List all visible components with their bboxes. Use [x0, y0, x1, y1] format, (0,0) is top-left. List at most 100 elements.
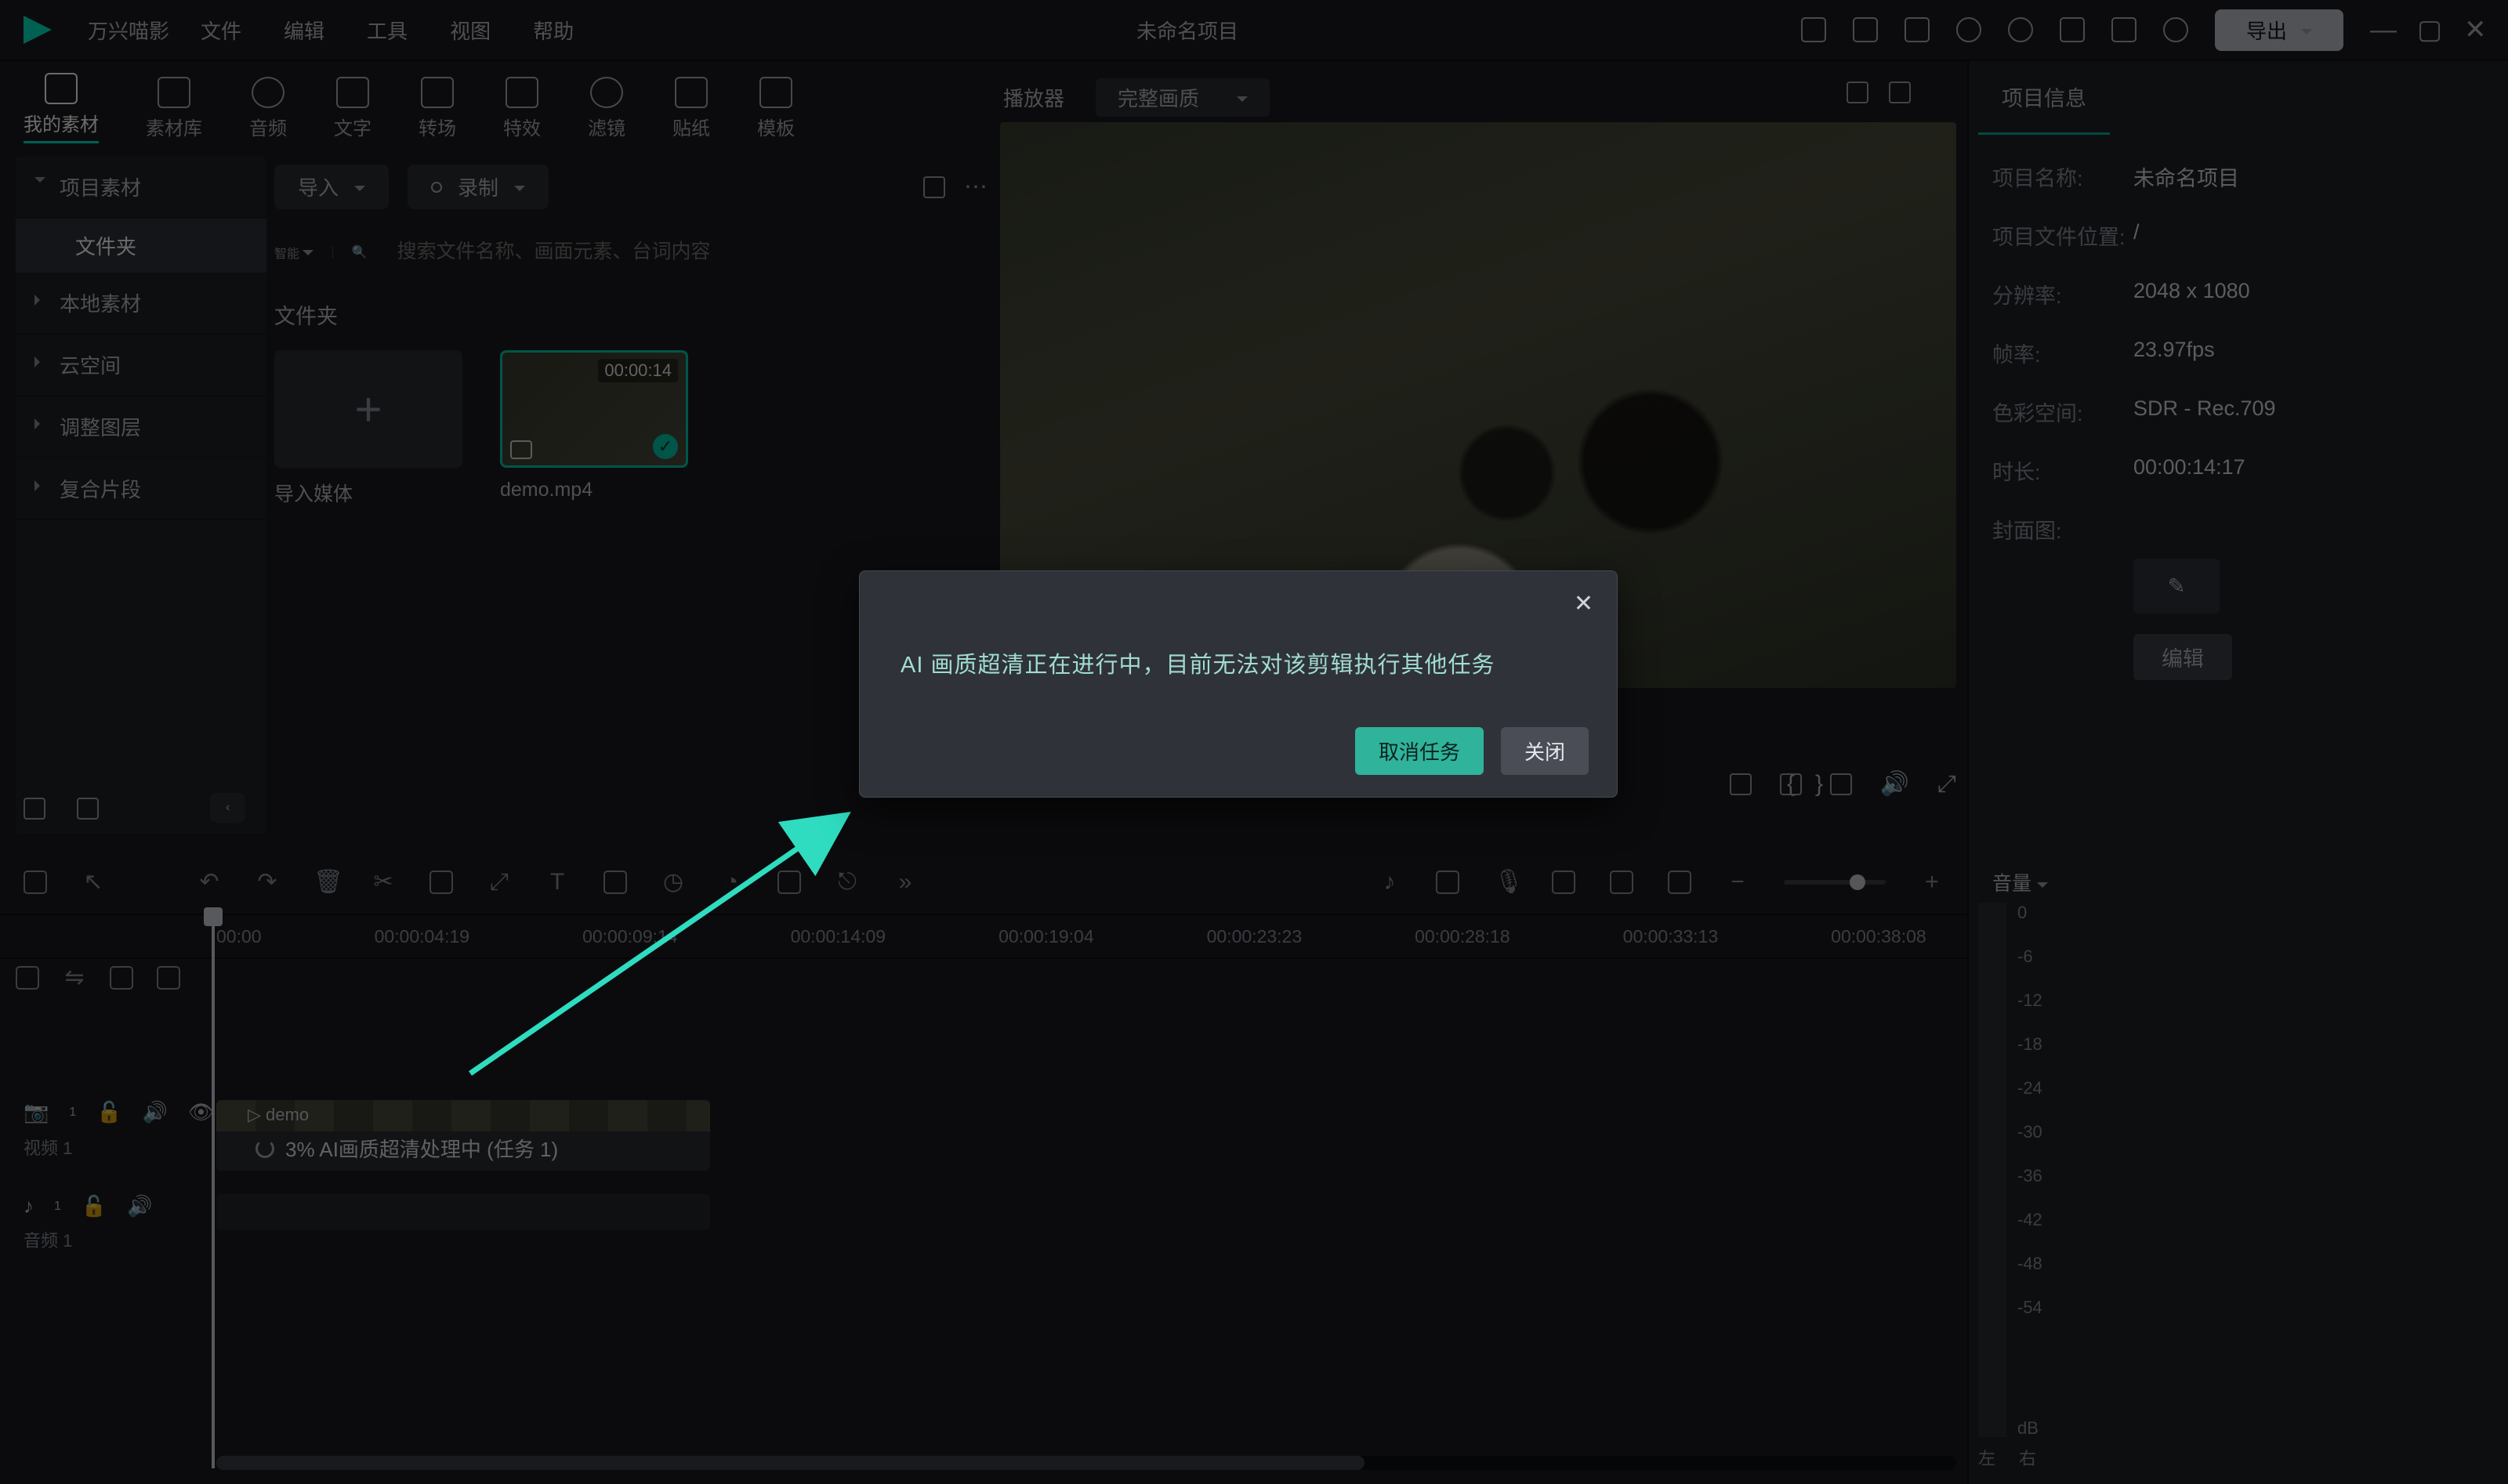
- libtab-text[interactable]: 文字: [334, 77, 371, 140]
- menu-file[interactable]: 文件: [201, 16, 241, 45]
- list-icon[interactable]: [1552, 870, 1575, 894]
- undo-icon[interactable]: ↶: [198, 870, 221, 894]
- cart-icon[interactable]: [2111, 17, 2137, 42]
- zoom-out-icon[interactable]: −: [1726, 870, 1749, 894]
- export-button[interactable]: 导出: [2215, 9, 2343, 51]
- mask-icon[interactable]: [603, 870, 627, 894]
- window-close-icon[interactable]: ✕: [2464, 14, 2484, 45]
- marker-icon[interactable]: [1436, 870, 1459, 894]
- clip-thumbnail[interactable]: 00:00:14 ✓: [500, 350, 688, 468]
- window-minimize-icon[interactable]: —: [2370, 15, 2390, 45]
- add-to-timeline-icon[interactable]: [510, 440, 532, 459]
- left-project[interactable]: 项目素材: [16, 157, 266, 219]
- zoom-slider[interactable]: [1784, 880, 1886, 885]
- libtab-transition[interactable]: 转场: [419, 77, 456, 140]
- delete-icon[interactable]: 🗑: [314, 870, 337, 894]
- mark-in-icon[interactable]: {: [1787, 771, 1795, 798]
- link-icon[interactable]: ⎋: [835, 870, 859, 894]
- user-icon[interactable]: [2163, 17, 2188, 42]
- monitor-icon[interactable]: [1780, 773, 1802, 795]
- visibility-icon[interactable]: 👁: [188, 1100, 214, 1124]
- quality-dropdown[interactable]: 完整画质: [1096, 78, 1270, 117]
- menu-tools[interactable]: 工具: [367, 16, 408, 45]
- menu-edit[interactable]: 编辑: [284, 16, 324, 45]
- libtab-sticker[interactable]: 贴纸: [672, 77, 710, 140]
- volume-icon[interactable]: 🔊: [1880, 770, 1909, 798]
- libtab-stock[interactable]: 素材库: [146, 77, 202, 140]
- track-magnet-icon[interactable]: [110, 966, 133, 990]
- display-dropdown-icon[interactable]: [1730, 773, 1752, 795]
- view-mode-icon[interactable]: [1847, 81, 1868, 103]
- mixer-icon[interactable]: ♪: [1378, 870, 1401, 894]
- smart-dropdown[interactable]: 智能: [274, 243, 314, 262]
- close-button[interactable]: 关闭: [1501, 727, 1589, 775]
- import-media-tile[interactable]: +: [274, 350, 462, 468]
- new-folder-icon[interactable]: [24, 798, 45, 820]
- crop-icon[interactable]: [429, 870, 453, 894]
- edit-button[interactable]: 编辑: [2133, 634, 2232, 680]
- cover-edit-icon[interactable]: ✎: [2133, 559, 2220, 614]
- record-dropdown[interactable]: 录制: [408, 165, 549, 209]
- support-icon[interactable]: [2008, 17, 2033, 42]
- apps-icon[interactable]: [2060, 17, 2085, 42]
- left-compound[interactable]: 复合片段: [16, 458, 266, 520]
- caption-icon[interactable]: [1668, 870, 1691, 894]
- collapse-left-icon[interactable]: ‹: [210, 793, 245, 823]
- track-link-icon[interactable]: ⇋: [63, 966, 86, 990]
- screen-icon[interactable]: [1610, 870, 1633, 894]
- mute-icon[interactable]: 🔊: [127, 1194, 152, 1218]
- mic-icon[interactable]: 🎙: [1494, 870, 1517, 894]
- libtab-audio[interactable]: 音频: [249, 77, 287, 140]
- track-snap-icon[interactable]: [157, 966, 180, 990]
- more-icon[interactable]: ⋯: [964, 173, 988, 201]
- cut-icon[interactable]: ✂: [371, 870, 395, 894]
- zoom-in-icon[interactable]: +: [1920, 870, 1944, 894]
- speed-icon[interactable]: ◷: [661, 870, 685, 894]
- libtab-my-media[interactable]: 我的素材: [24, 73, 99, 143]
- menu-help[interactable]: 帮助: [533, 16, 574, 45]
- window-maximize-icon[interactable]: ▢: [2417, 14, 2437, 45]
- left-local[interactable]: 本地素材: [16, 273, 266, 335]
- picture-icon[interactable]: [1889, 81, 1911, 103]
- folder-icon[interactable]: [77, 798, 99, 820]
- header-icon-1[interactable]: [1801, 17, 1826, 42]
- left-folder[interactable]: 文件夹: [16, 219, 266, 273]
- left-cloud[interactable]: 云空间: [16, 335, 266, 396]
- keyframe-icon[interactable]: [777, 870, 801, 894]
- track-manage-icon[interactable]: [16, 966, 39, 990]
- import-dropdown[interactable]: 导入: [274, 165, 389, 209]
- lock-icon[interactable]: 🔓: [82, 1194, 107, 1218]
- redo-icon[interactable]: ↷: [256, 870, 279, 894]
- expand-icon[interactable]: ⤢: [487, 870, 511, 894]
- text-tool-icon[interactable]: T: [545, 870, 569, 894]
- color-icon[interactable]: ◔: [719, 870, 743, 894]
- props-tab[interactable]: 项目信息: [1978, 61, 2110, 135]
- timeline-ruler[interactable]: 00:0000:00:04:1900:00:09:1400:00:14:0900…: [0, 915, 1967, 959]
- tl-cursor-icon[interactable]: ↖: [82, 870, 105, 894]
- cloud-icon[interactable]: [1956, 17, 1981, 42]
- libtab-filter[interactable]: 滤镜: [588, 77, 625, 140]
- filter-icon[interactable]: [923, 176, 945, 198]
- lock-icon[interactable]: 🔓: [96, 1100, 121, 1124]
- mute-icon[interactable]: 🔊: [143, 1100, 168, 1124]
- cancel-task-button[interactable]: 取消任务: [1355, 727, 1484, 775]
- app-logo-icon: [24, 16, 52, 44]
- video-clip[interactable]: ▷ demo 3% AI画质超清处理中 (任务 1): [216, 1100, 710, 1171]
- fullscreen-icon[interactable]: ⤢: [1937, 771, 1956, 798]
- libtab-effects[interactable]: 特效: [503, 77, 541, 140]
- mark-out-icon[interactable]: }: [1815, 771, 1823, 798]
- tl-tool-1[interactable]: [24, 870, 47, 894]
- audio-clip[interactable]: [216, 1194, 710, 1230]
- snapshot-icon[interactable]: [1830, 773, 1852, 795]
- save-icon[interactable]: [1905, 17, 1930, 42]
- modal-close-icon[interactable]: ✕: [1574, 590, 1593, 617]
- search-input[interactable]: [385, 234, 988, 270]
- search-icon: 🔍: [352, 244, 368, 260]
- menu-view[interactable]: 视图: [450, 16, 491, 45]
- libtab-template[interactable]: 模板: [757, 77, 795, 140]
- more-tools-icon[interactable]: »: [893, 870, 917, 894]
- playhead[interactable]: [212, 917, 215, 1468]
- left-layers[interactable]: 调整图层: [16, 396, 266, 458]
- header-icon-2[interactable]: [1853, 17, 1878, 42]
- timeline-scrollbar[interactable]: [216, 1456, 1956, 1470]
